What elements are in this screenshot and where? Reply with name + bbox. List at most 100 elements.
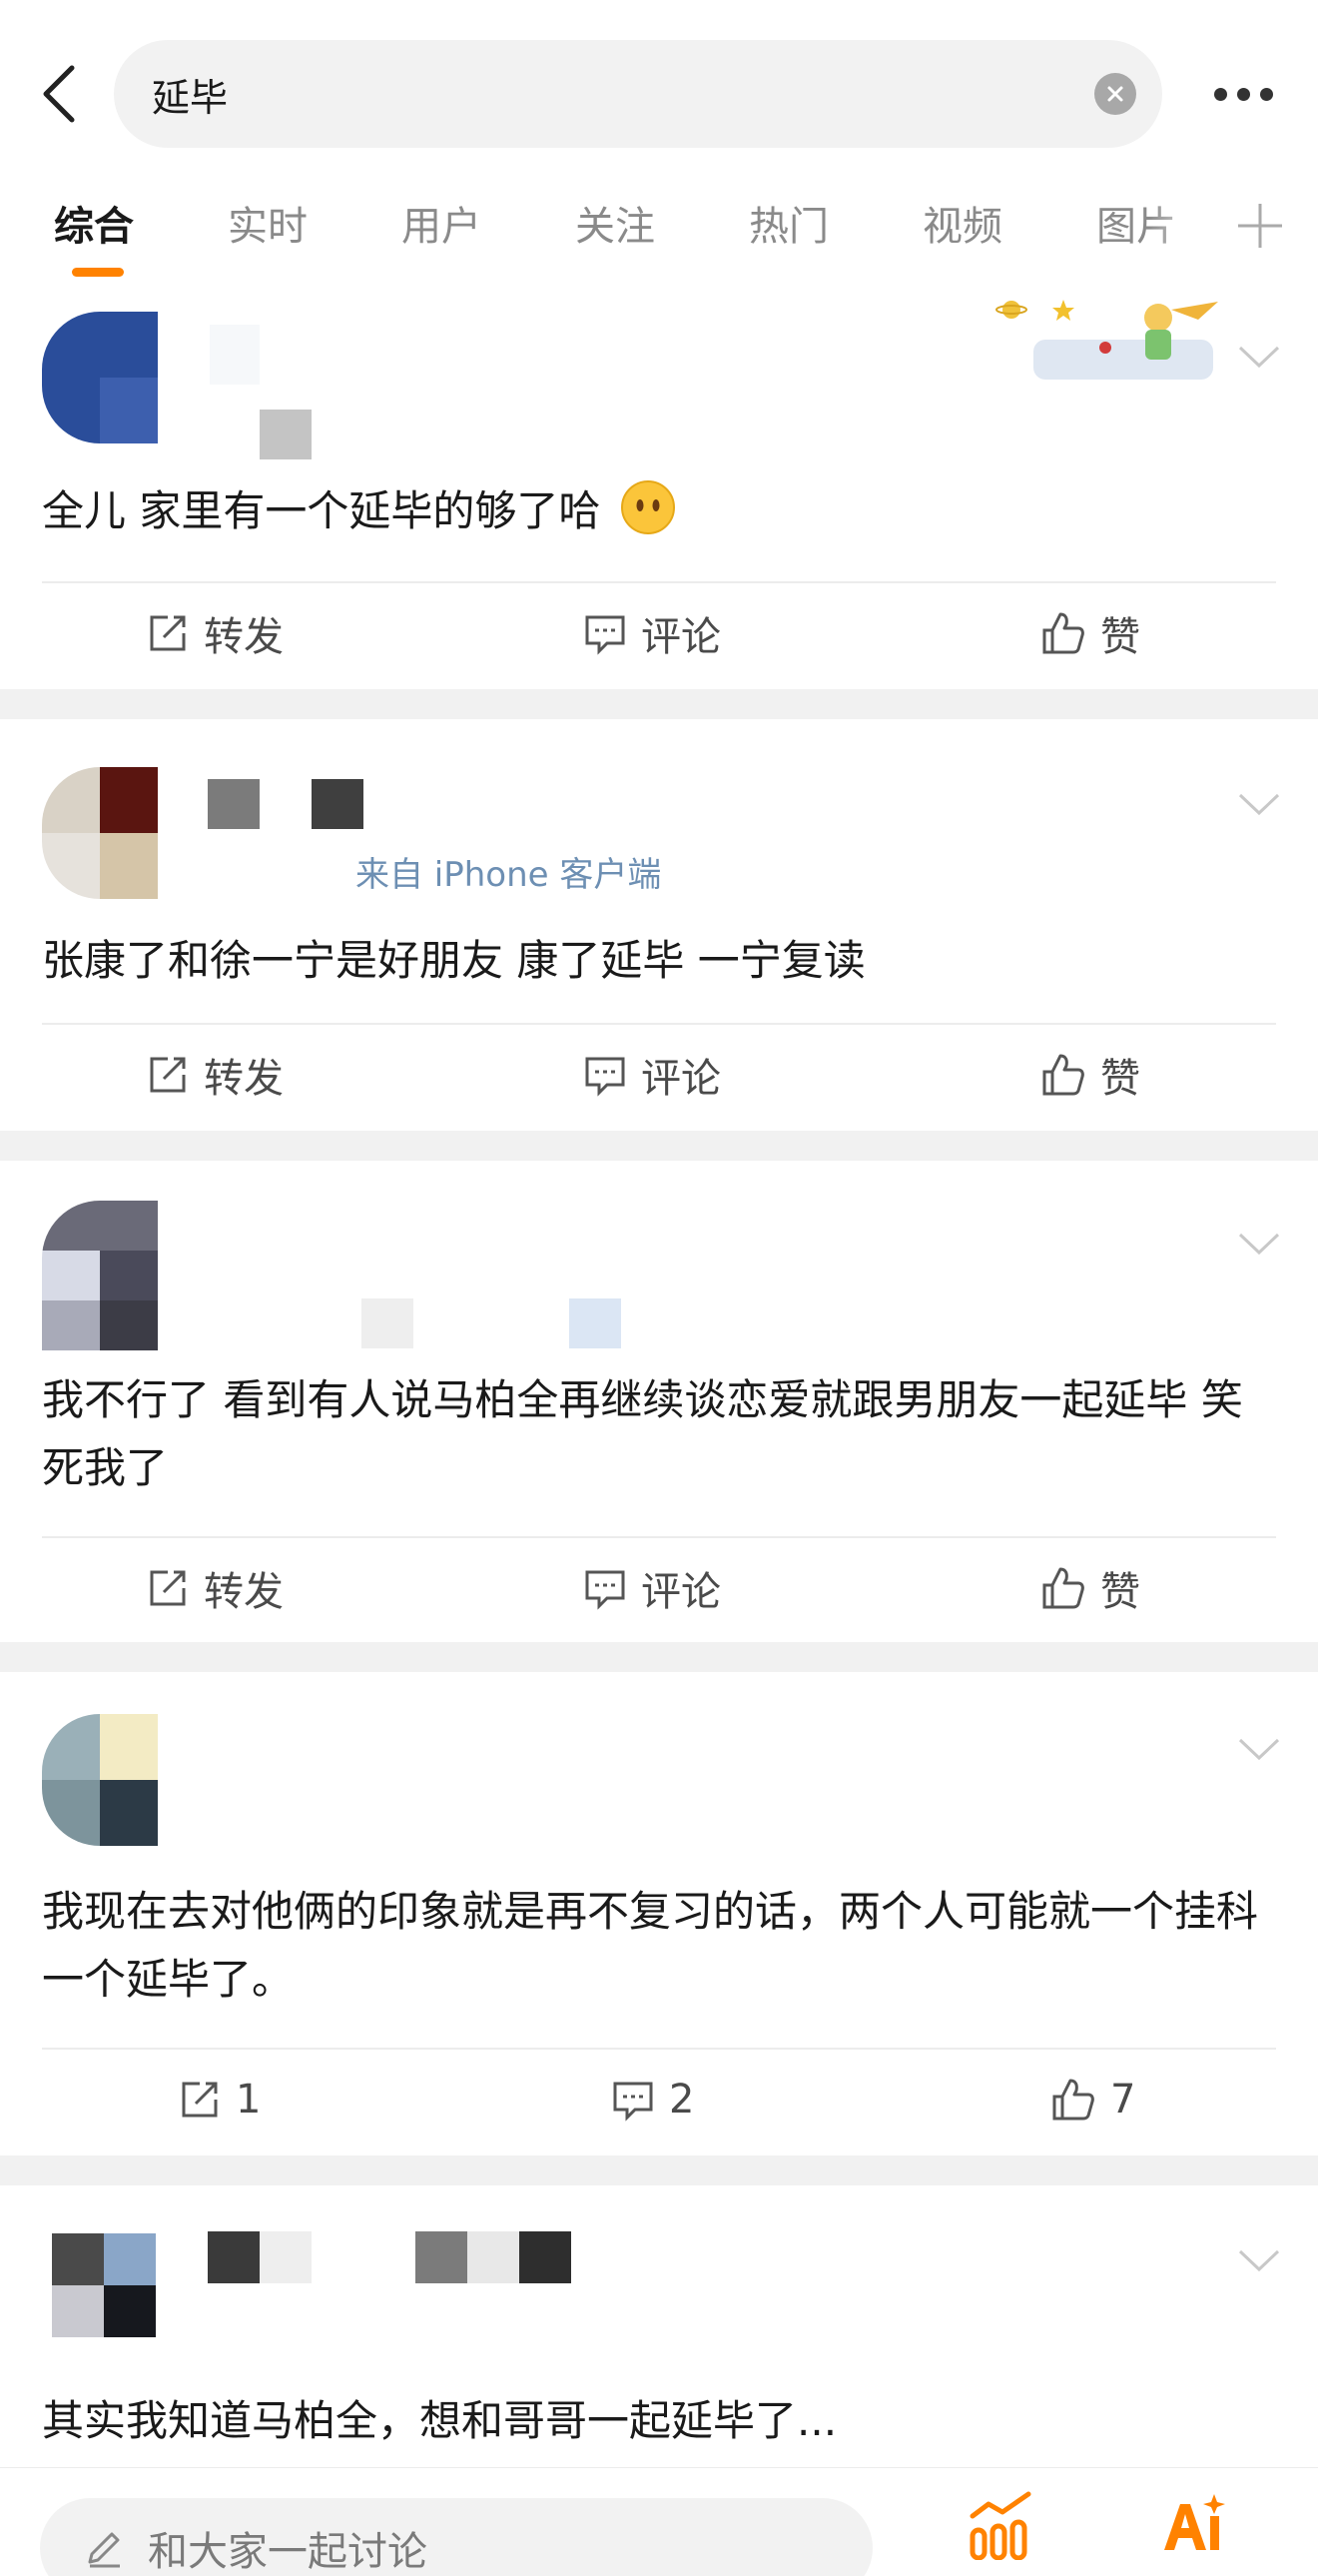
more-options-button[interactable] <box>1198 62 1288 126</box>
tab-realtime[interactable]: 实时 <box>228 192 308 262</box>
post-separator <box>0 689 1318 719</box>
trending-chart-icon[interactable] <box>967 2490 1036 2560</box>
post-content: 张康了和徐一宁是好朋友 康了延毕 一宁复读 <box>42 936 866 985</box>
comment-button[interactable]: 评论 <box>583 1538 721 1638</box>
add-tab-icon[interactable] <box>1230 196 1290 256</box>
chevron-down-icon[interactable] <box>1234 342 1284 372</box>
redacted-block <box>312 779 363 829</box>
no-mouth-emoji-icon <box>620 480 675 534</box>
feed-post: 我现在去对他俩的印象就是再不复习的话，两个人可能就一个挂科一个延毕了。 1 2 … <box>0 1672 1318 2155</box>
avatar[interactable] <box>42 312 158 443</box>
like-button[interactable]: 赞 <box>1040 583 1140 683</box>
like-label: 赞 <box>1100 1569 1140 1615</box>
feed-post: 我不行了 看到有人说马柏全再继续谈恋爱就跟男朋友一起延毕 笑死我了 转发 评论 … <box>0 1161 1318 1642</box>
comment-count: 2 <box>669 2077 695 2123</box>
post-content: 我现在去对他俩的印象就是再不复习的话，两个人可能就一个挂科一个延毕了。 <box>42 1887 1259 2004</box>
discussion-placeholder: 和大家一起讨论 <box>148 2529 427 2575</box>
avatar[interactable] <box>42 767 158 899</box>
chevron-down-icon[interactable] <box>1234 2245 1284 2275</box>
close-icon <box>1107 86 1123 102</box>
bottom-bar: 和大家一起讨论 <box>0 2467 1318 2576</box>
pencil-icon <box>88 2532 120 2568</box>
redacted-block <box>260 410 312 459</box>
repost-button[interactable]: 1 <box>178 2050 261 2149</box>
avatar[interactable] <box>42 1201 158 1350</box>
post-actions: 1 2 7 <box>0 2050 1318 2149</box>
feed-post: 其实我知道马柏全，想和哥哥一起延毕了... <box>0 2185 1318 2467</box>
repost-button[interactable]: 转发 <box>146 583 284 683</box>
post-actions: 转发 评论 赞 <box>0 583 1318 683</box>
redacted-block <box>260 2231 312 2283</box>
thumbs-up-icon <box>1042 612 1084 654</box>
comment-button[interactable]: 评论 <box>583 1025 721 1125</box>
comment-label: 评论 <box>641 1056 721 1102</box>
avatar[interactable] <box>42 1714 158 1846</box>
top-bar: 延毕 <box>0 0 1318 180</box>
active-tab-indicator <box>72 268 124 277</box>
clear-search-button[interactable] <box>1094 73 1136 115</box>
post-source[interactable]: 来自 iPhone 客户端 <box>355 847 661 896</box>
repost-icon <box>182 2082 218 2118</box>
sticker-decoration-icon <box>995 300 1218 380</box>
comment-icon <box>585 1570 625 1610</box>
repost-button[interactable]: 转发 <box>146 1025 284 1125</box>
redacted-block <box>519 2231 571 2283</box>
thumbs-up-icon <box>1042 1567 1084 1609</box>
more-dot-icon <box>1259 87 1273 101</box>
comment-label: 评论 <box>641 1569 721 1615</box>
more-dot-icon <box>1213 87 1227 101</box>
repost-icon <box>150 1570 186 1606</box>
feed-post: 来自 iPhone 客户端 张康了和徐一宁是好朋友 康了延毕 一宁复读 转发 评… <box>0 719 1318 1131</box>
tab-hot[interactable]: 热门 <box>749 192 829 262</box>
post-content: 其实我知道马柏全，想和哥哥一起延毕了... <box>42 2396 838 2445</box>
redacted-block <box>361 1298 413 1348</box>
repost-button[interactable]: 转发 <box>146 1538 284 1638</box>
repost-label: 转发 <box>204 1569 284 1615</box>
username-redacted <box>210 325 260 385</box>
redacted-block <box>569 1298 621 1348</box>
search-query: 延毕 <box>152 75 229 120</box>
ai-assistant-icon[interactable] <box>1158 2490 1228 2560</box>
tab-video[interactable]: 视频 <box>923 192 1002 262</box>
chevron-left-icon <box>43 65 75 123</box>
like-button[interactable]: 7 <box>1050 2050 1135 2149</box>
search-input[interactable]: 延毕 <box>114 40 1162 148</box>
comment-button[interactable]: 2 <box>611 2050 694 2149</box>
chevron-down-icon[interactable] <box>1234 1229 1284 1259</box>
post-actions: 转发 评论 赞 <box>0 1538 1318 1638</box>
repost-label: 转发 <box>204 1056 284 1102</box>
like-button[interactable]: 赞 <box>1040 1538 1140 1638</box>
post-separator <box>0 2155 1318 2185</box>
back-button[interactable] <box>30 62 90 126</box>
tab-following[interactable]: 关注 <box>575 192 655 262</box>
tab-comprehensive[interactable]: 综合 <box>54 192 134 262</box>
like-button[interactable]: 赞 <box>1040 1025 1140 1125</box>
thumbs-up-icon <box>1052 2079 1094 2121</box>
like-label: 赞 <box>1100 1056 1140 1102</box>
post-separator <box>0 1131 1318 1161</box>
repost-icon <box>150 1057 186 1093</box>
like-count: 7 <box>1110 2077 1136 2123</box>
comment-icon <box>585 615 625 655</box>
post-content: 全儿 家里有一个延毕的够了哈 <box>42 477 1280 545</box>
tabs-fade <box>1148 180 1228 280</box>
repost-count: 1 <box>236 2077 262 2123</box>
avatar[interactable] <box>42 2233 158 2365</box>
discussion-input[interactable]: 和大家一起讨论 <box>40 2498 873 2576</box>
comment-label: 评论 <box>641 614 721 660</box>
comment-icon <box>613 2082 653 2122</box>
tab-users[interactable]: 用户 <box>401 192 481 262</box>
comment-button[interactable]: 评论 <box>583 583 721 683</box>
feed-post: 全儿 家里有一个延毕的够了哈 转发 评论 赞 <box>0 280 1318 689</box>
post-actions: 转发 评论 赞 <box>0 1025 1318 1125</box>
more-dot-icon <box>1236 87 1250 101</box>
repost-label: 转发 <box>204 614 284 660</box>
redacted-block <box>208 779 260 829</box>
redacted-block <box>415 2231 467 2283</box>
chevron-down-icon[interactable] <box>1234 1734 1284 1764</box>
chevron-down-icon[interactable] <box>1234 789 1284 819</box>
comment-icon <box>585 1057 625 1097</box>
post-content: 我不行了 看到有人说马柏全再继续谈恋爱就跟男朋友一起延毕 笑死我了 <box>42 1375 1243 1492</box>
post-separator <box>0 1642 1318 1672</box>
repost-icon <box>150 615 186 651</box>
